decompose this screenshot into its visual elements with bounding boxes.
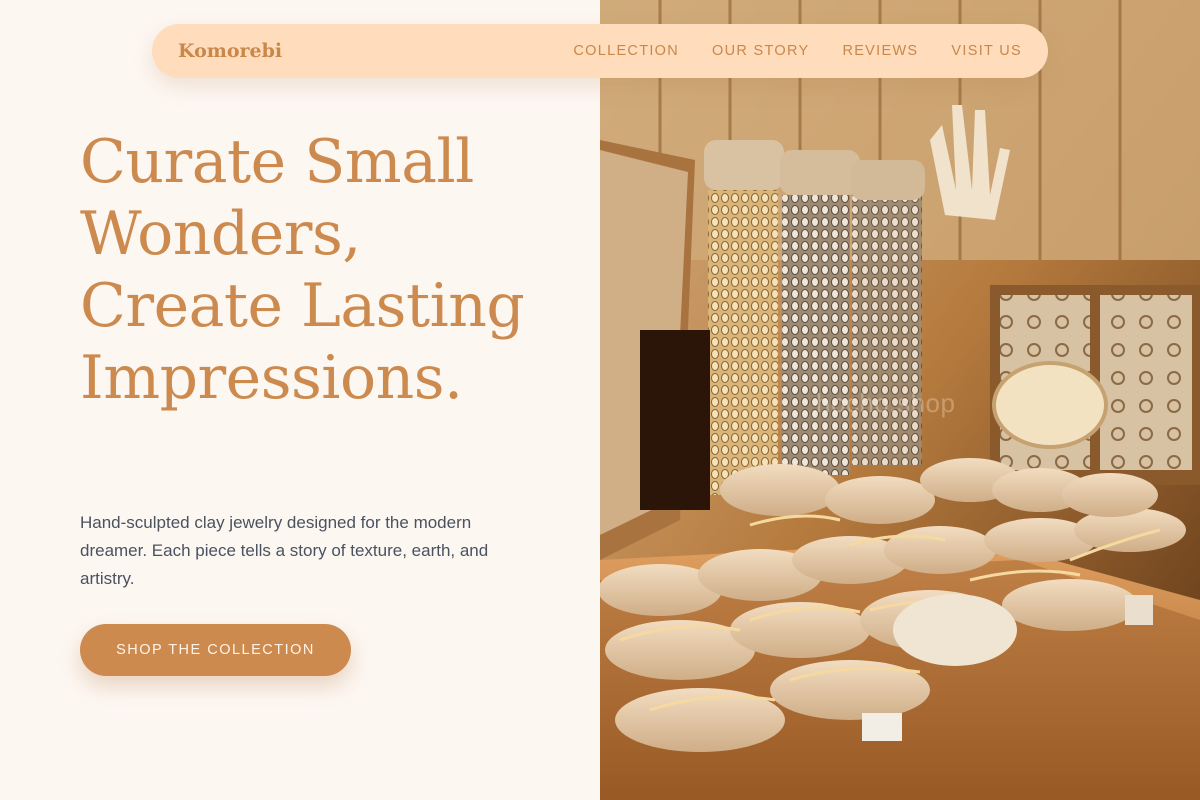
hero-image: hocho.shop bbox=[600, 0, 1200, 800]
nav-link-our-story[interactable]: OUR STORY bbox=[712, 43, 809, 59]
nav-links: COLLECTION OUR STORY REVIEWS VISIT US bbox=[573, 43, 1022, 59]
brand-logo[interactable]: Komorebi bbox=[178, 40, 282, 62]
watermark-text: hocho.shop bbox=[816, 388, 956, 418]
nav-link-reviews[interactable]: REVIEWS bbox=[842, 43, 918, 59]
hero-title: Curate Small Wonders, Create Lasting Imp… bbox=[80, 127, 525, 413]
top-navbar: Komorebi COLLECTION OUR STORY REVIEWS VI… bbox=[152, 24, 1048, 78]
shop-collection-button[interactable]: SHOP THE COLLECTION bbox=[80, 624, 351, 676]
hero-description: Hand-sculpted clay jewelry designed for … bbox=[80, 513, 489, 588]
nav-link-collection[interactable]: COLLECTION bbox=[573, 43, 679, 59]
nav-link-visit-us[interactable]: VISIT US bbox=[951, 43, 1022, 59]
hero-left-pane: Curate Small Wonders, Create Lasting Imp… bbox=[0, 0, 600, 800]
